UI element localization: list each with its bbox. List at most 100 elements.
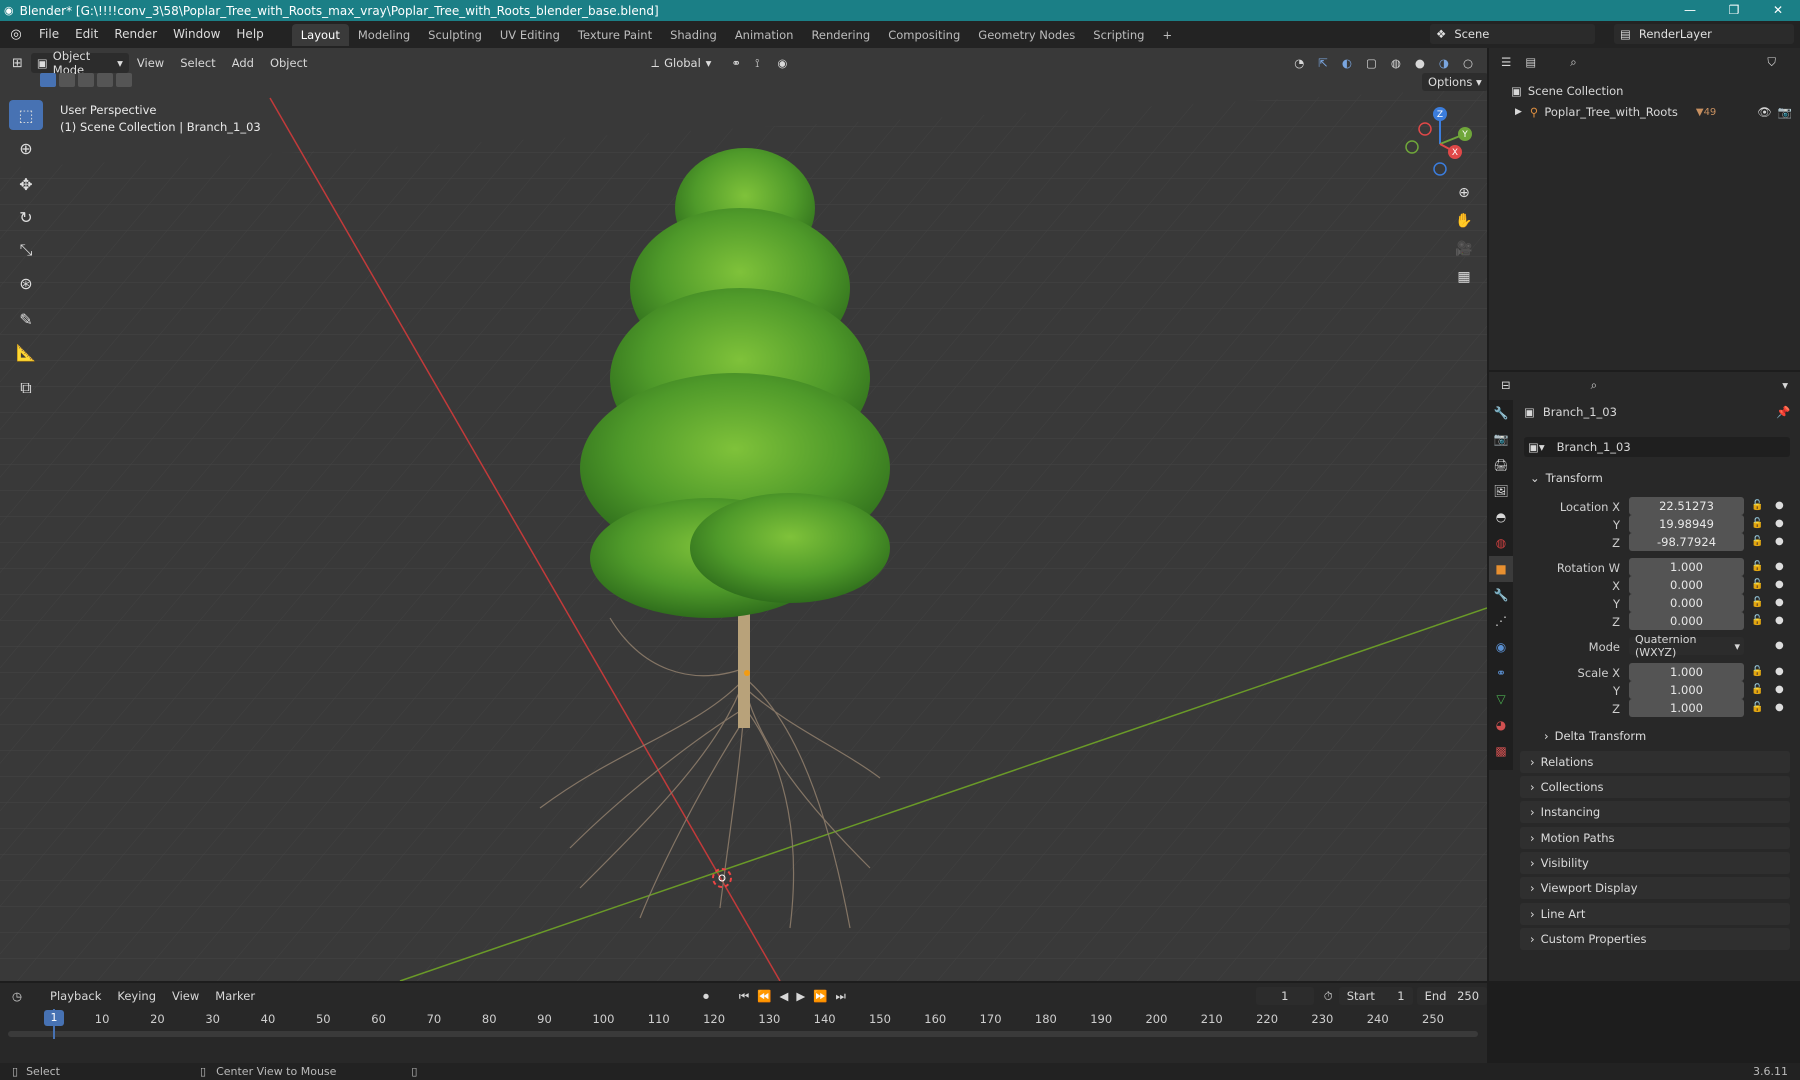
cursor-icon[interactable]: ⊕ [9,133,43,163]
scale-x-field[interactable]: 1.000 [1629,663,1744,681]
scale-z-field[interactable]: 1.000 [1629,699,1744,717]
texture-tab-icon[interactable]: ▩ [1489,738,1513,764]
end-frame-field[interactable]: End 250 [1416,987,1488,1005]
collections-header[interactable]: › Collections [1520,776,1790,798]
keyframe-dot-icon[interactable]: ● [1775,579,1784,590]
camera-icon[interactable]: 📷 [1778,105,1792,119]
proportional-edit-icon[interactable]: ◉ [777,56,787,70]
modifier-tab-icon[interactable]: 🔧 [1489,582,1513,608]
world-tab-icon[interactable]: ◍ [1489,530,1513,556]
play-icon[interactable]: ▶ [796,989,805,1003]
menu-render[interactable]: Render [106,21,165,48]
motion-paths-header[interactable]: › Motion Paths [1520,827,1790,849]
next-keyframe-icon[interactable]: ⏩ [813,989,827,1003]
transform-orientation-selector[interactable]: ⟂ Global ▾ [645,53,717,73]
tab-compositing[interactable]: Compositing [879,24,969,46]
snap-icon[interactable]: ⟟ [755,56,759,71]
tool-tab-icon[interactable]: 🔧 [1489,400,1513,426]
current-frame-marker[interactable]: 1 [44,1010,64,1026]
timeline-menu-keying[interactable]: Keying [109,989,164,1003]
rotation-z-field[interactable]: 0.000 [1629,612,1744,630]
move-icon[interactable]: ✥ [9,169,43,199]
select-invert-icon[interactable] [97,73,113,87]
minimize-button[interactable]: — [1668,0,1712,21]
keyframe-dot-icon[interactable]: ● [1775,615,1784,626]
keyframe-dot-icon[interactable]: ● [1775,561,1784,572]
lock-icon[interactable]: 🔓 [1751,597,1763,608]
mode-selector[interactable]: ▣ Object Mode ▾ [30,49,129,77]
menu-help[interactable]: Help [228,21,271,48]
tab-modeling[interactable]: Modeling [349,24,419,46]
outliner-scene-collection[interactable]: ▣ Scene Collection [1489,82,1800,100]
lock-icon[interactable]: 🔓 [1751,615,1763,626]
rotate-icon[interactable]: ↻ [9,202,43,232]
scene-selector[interactable]: ❖ Scene [1430,24,1595,44]
tab-sculpting[interactable]: Sculpting [419,24,491,46]
rendered-shading-icon[interactable]: ○ [1463,56,1473,70]
custom-properties-header[interactable]: › Custom Properties [1520,928,1790,950]
play-reverse-icon[interactable]: ◀ [780,989,789,1003]
gizmo-toggle-icon[interactable]: ⇱ [1318,56,1328,70]
tab-shading[interactable]: Shading [661,24,726,46]
transform-icon[interactable]: ⊛ [9,268,43,298]
jump-end-icon[interactable]: ⏭ [836,989,846,1004]
location-x-field[interactable]: 22.51273 [1629,497,1744,515]
scale-y-field[interactable]: 1.000 [1629,681,1744,699]
keyframe-dot-icon[interactable]: ● [1775,500,1784,511]
overlay-toggle-icon[interactable]: ◐ [1342,56,1352,70]
timeline-menu-marker[interactable]: Marker [207,989,263,1003]
properties-editor-icon[interactable]: ⊟ [1501,378,1511,392]
search-icon[interactable]: ⌕ [1591,378,1597,393]
annotate-icon[interactable]: ✎ [9,304,43,334]
line-art-header[interactable]: › Line Art [1520,903,1790,925]
material-tab-icon[interactable]: ◕ [1489,712,1513,738]
viewport-menu-object[interactable]: Object [262,56,315,70]
rotation-w-field[interactable]: 1.000 [1629,558,1744,576]
material-shading-icon[interactable]: ◑ [1439,56,1449,70]
outliner-item[interactable]: ▶ ⚲ Poplar_Tree_with_Roots ▼49 👁 📷 [1489,102,1800,122]
clock-icon[interactable]: ⏱ [1324,989,1333,1004]
viewport-menu-add[interactable]: Add [224,56,262,70]
viewport-menu-select[interactable]: Select [172,56,223,70]
tab-geometry-nodes[interactable]: Geometry Nodes [969,24,1084,46]
select-subtract-icon[interactable] [78,73,94,87]
lock-icon[interactable]: 🔓 [1751,536,1763,547]
datablock-field[interactable]: ▣▾ Branch_1_03 [1524,437,1790,457]
wireframe-shading-icon[interactable]: ◍ [1391,56,1401,70]
location-y-field[interactable]: 19.98949 [1629,515,1744,533]
prev-keyframe-icon[interactable]: ⏪ [757,989,771,1003]
lock-icon[interactable]: 🔓 [1751,702,1763,713]
tab-uv-editing[interactable]: UV Editing [491,24,569,46]
3d-viewport[interactable]: ⊞ ▣ Object Mode ▾ View Select Add Object… [0,48,1487,981]
particles-tab-icon[interactable]: ⋰ [1489,608,1513,634]
lock-icon[interactable]: 🔓 [1751,684,1763,695]
keyframe-dot-icon[interactable]: ● [1775,518,1784,529]
relations-header[interactable]: › Relations [1520,751,1790,773]
zoom-icon[interactable]: ⊕ [1451,180,1477,206]
start-frame-field[interactable]: Start 1 [1338,987,1413,1005]
maximize-button[interactable]: ❐ [1712,0,1756,21]
rotation-mode-select[interactable]: Quaternion (WXYZ) ▾ [1629,633,1744,659]
measure-icon[interactable]: 📐 [9,337,43,367]
timeline-editor-icon[interactable]: ◷ [12,989,22,1003]
rotation-y-field[interactable]: 0.000 [1629,594,1744,612]
object-tab-icon[interactable]: ■ [1489,556,1513,582]
keyframe-dot-icon[interactable]: ● [1775,597,1784,608]
chevron-down-icon[interactable]: ▾ [1782,378,1788,392]
blender-menu-icon[interactable]: ◎ [8,27,24,43]
viewport-display-header[interactable]: › Viewport Display [1520,877,1790,899]
keyframe-dot-icon[interactable]: ● [1775,684,1784,695]
output-tab-icon[interactable]: 🖨 [1489,452,1513,478]
visibility-header[interactable]: › Visibility [1520,852,1790,874]
viewport-menu-view[interactable]: View [129,56,172,70]
transform-panel-header[interactable]: ⌄ Transform [1520,467,1790,489]
solid-shading-icon[interactable]: ● [1415,56,1425,70]
select-extend-icon[interactable] [59,73,75,87]
pivot-icon[interactable]: ⚭ [731,56,741,70]
select-box-icon[interactable]: ⬚ [9,100,43,130]
lock-icon[interactable]: 🔓 [1751,518,1763,529]
data-tab-icon[interactable]: ▽ [1489,686,1513,712]
camera-view-icon[interactable]: 🎥 [1451,236,1477,262]
filter-icon[interactable]: ⛉ [1767,55,1776,70]
display-mode-icon[interactable]: ▤ [1525,55,1536,69]
